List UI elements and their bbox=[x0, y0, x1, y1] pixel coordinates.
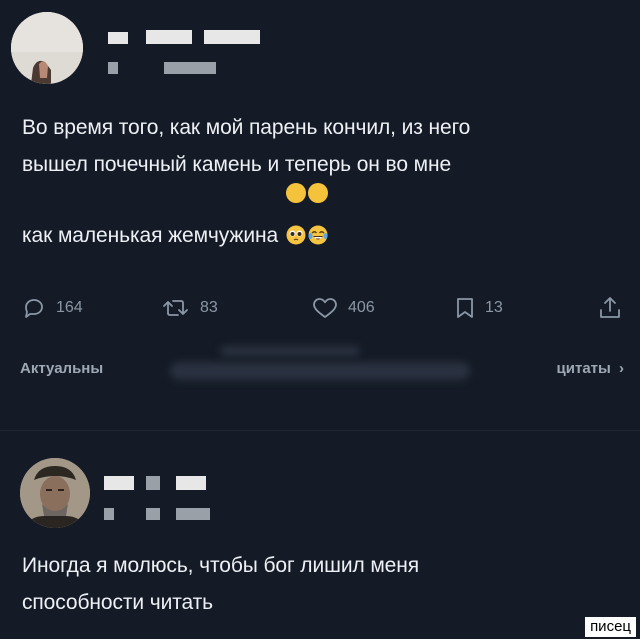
censored-bar bbox=[220, 346, 360, 356]
share-icon bbox=[600, 297, 620, 318]
tweet-1: Во время того, как мой парень кончил, из… bbox=[0, 0, 640, 430]
chevron-right-icon: › bbox=[619, 360, 624, 377]
tweet-text: Во время того, как мой парень кончил, из… bbox=[22, 116, 471, 247]
heart-icon bbox=[313, 298, 337, 318]
repost-count: 83 bbox=[200, 299, 218, 316]
bookmark-count: 13 bbox=[485, 299, 503, 316]
tweet-text: Иногда я молюсь, чтобы бог лишил меня сп… bbox=[22, 554, 420, 614]
reply-count: 164 bbox=[56, 299, 83, 316]
avatar[interactable] bbox=[20, 458, 90, 528]
like-button[interactable]: 406 bbox=[312, 288, 375, 328]
tears-of-joy-icon bbox=[307, 183, 328, 245]
bookmark-icon bbox=[457, 298, 473, 318]
reply-button[interactable]: 164 bbox=[22, 288, 83, 328]
bookmark-button[interactable]: 13 bbox=[455, 288, 503, 328]
pleading-face-icon bbox=[285, 183, 306, 245]
repost-button[interactable]: 83 bbox=[162, 288, 218, 328]
tweet-actions: 164 83 406 13 bbox=[0, 288, 640, 328]
quotes-row[interactable]: Актуальны цитаты › bbox=[20, 346, 624, 386]
actual-label: Актуальны bbox=[20, 360, 104, 377]
avatar[interactable] bbox=[11, 12, 83, 84]
like-count: 406 bbox=[348, 299, 375, 316]
quotes-link[interactable]: цитаты › bbox=[557, 360, 624, 377]
share-button[interactable] bbox=[598, 288, 622, 328]
reply-icon bbox=[25, 299, 43, 318]
repost-icon bbox=[163, 300, 188, 316]
watermark: писец bbox=[585, 617, 636, 637]
censored-bar bbox=[170, 362, 470, 380]
quotes-label: цитаты bbox=[556, 360, 611, 377]
